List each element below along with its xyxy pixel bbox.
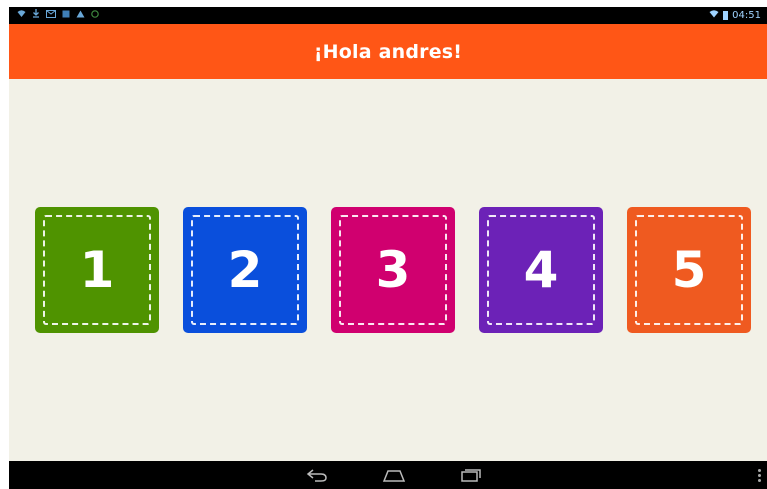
download-icon <box>32 9 40 22</box>
home-icon[interactable] <box>382 467 406 483</box>
android-icon <box>91 9 99 22</box>
overflow-menu-icon[interactable] <box>758 469 761 484</box>
level-3-tile[interactable]: 3 <box>331 207 455 333</box>
recents-icon[interactable] <box>460 467 482 483</box>
notification-icons <box>17 9 99 22</box>
battery-icon <box>723 10 729 20</box>
app-bar: ¡Hola andres! <box>9 24 767 79</box>
media-icon <box>62 10 70 22</box>
status-time: 04:51 <box>732 9 761 21</box>
level-4-tile[interactable]: 4 <box>479 207 603 333</box>
tile-number: 2 <box>227 241 263 299</box>
level-1-tile[interactable]: 1 <box>35 207 159 333</box>
signal-icon <box>709 9 719 21</box>
tile-number: 3 <box>375 241 411 299</box>
status-bar: 04:51 <box>9 7 767 24</box>
system-status: 04:51 <box>709 9 761 21</box>
tile-number: 1 <box>79 241 115 299</box>
navigation-bar <box>9 461 767 489</box>
tile-number: 5 <box>671 241 707 299</box>
wifi-icon <box>17 9 26 22</box>
warning-icon <box>76 10 85 22</box>
level-5-tile[interactable]: 5 <box>627 207 751 333</box>
tile-number: 4 <box>523 241 559 299</box>
level-2-tile[interactable]: 2 <box>183 207 307 333</box>
back-icon[interactable] <box>306 467 328 483</box>
mail-icon <box>46 9 56 22</box>
page-title: ¡Hola andres! <box>313 40 463 63</box>
main-content: 1 2 3 4 5 <box>9 79 767 461</box>
